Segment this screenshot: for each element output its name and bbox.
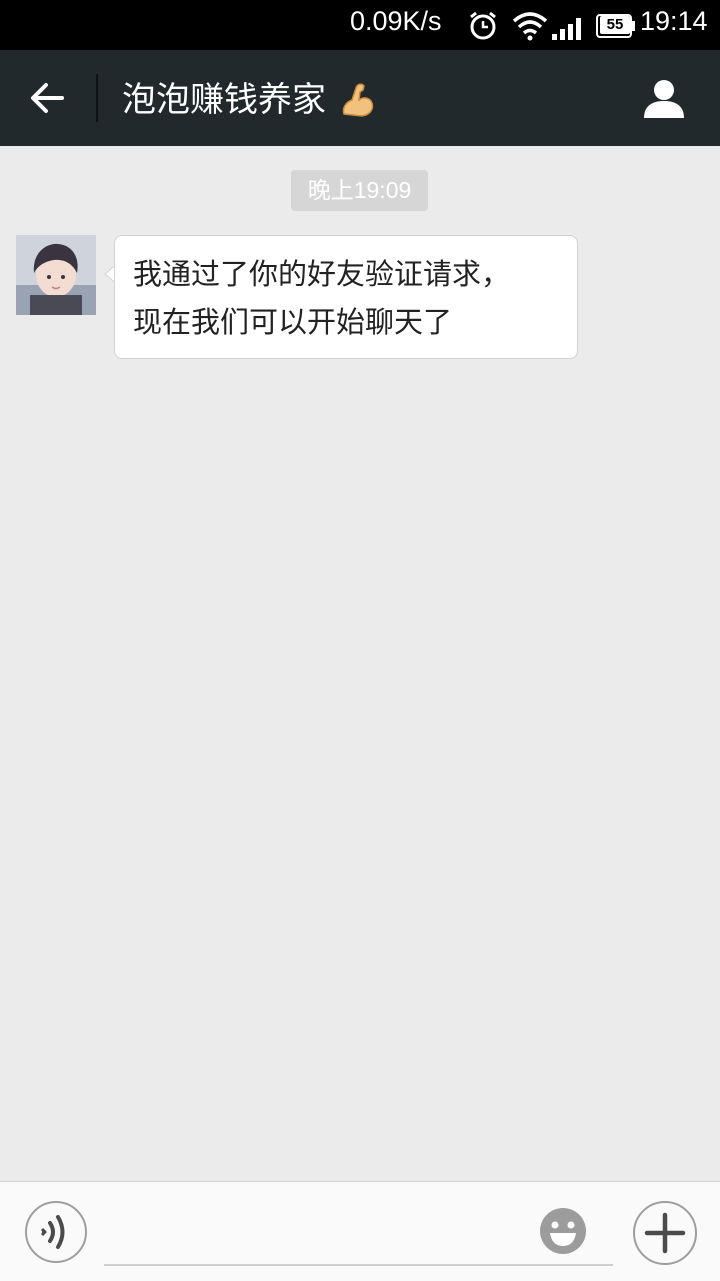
wifi-icon <box>512 12 548 41</box>
message-line-1: 我通过了你的好友验证请求， <box>133 257 511 291</box>
message-line-2: 现在我们可以开始聊天了 <box>133 305 453 339</box>
voice-input-icon[interactable] <box>24 1200 88 1264</box>
flexed-biceps-emoji <box>342 83 374 117</box>
smiley-icon[interactable] <box>538 1206 588 1256</box>
plus-icon[interactable] <box>632 1200 698 1266</box>
network-speed: 0.09K/s <box>350 6 442 36</box>
chat-title: 泡泡赚钱养家 <box>122 80 326 120</box>
battery-level: 55 <box>600 16 630 34</box>
input-bar <box>0 1181 720 1281</box>
header-divider <box>96 74 98 122</box>
chat-header: 泡泡赚钱养家 <box>0 50 720 146</box>
message-bubble[interactable]: 我通过了你的好友验证请求， 现在我们可以开始聊天了 <box>114 235 578 359</box>
message-timestamp: 晚上19:09 <box>291 170 428 211</box>
signal-icon <box>552 18 581 40</box>
message-input[interactable] <box>104 1194 613 1266</box>
clock: 19:14 <box>640 6 708 36</box>
avatar[interactable] <box>16 235 96 315</box>
person-icon[interactable] <box>640 74 688 122</box>
alarm-icon <box>470 11 496 40</box>
contact-avatar-photo <box>16 235 96 315</box>
status-bar: 0.09K/s 55 19:14 <box>0 0 720 50</box>
back-arrow-icon[interactable] <box>24 74 72 122</box>
